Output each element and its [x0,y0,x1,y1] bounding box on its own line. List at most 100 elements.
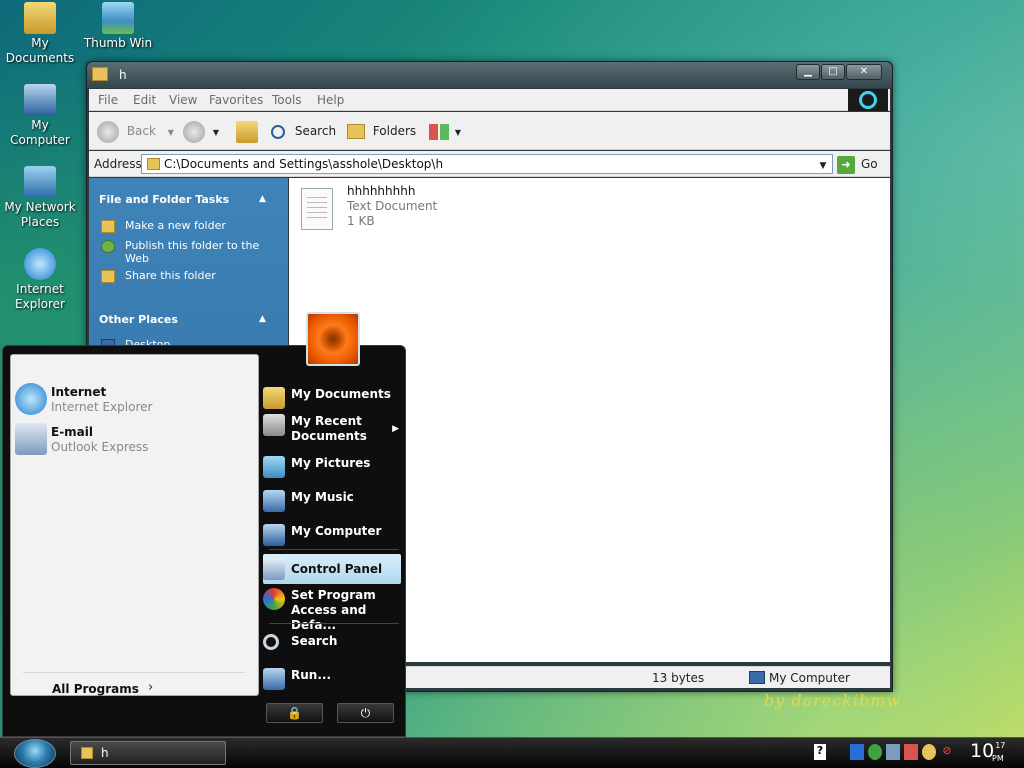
menu-bar: File Edit View Favorites Tools Help [89,89,890,111]
clock[interactable]: 1017 PM [970,740,1005,763]
folders-label: Folders [372,124,417,138]
menu-edit[interactable]: Edit [133,93,156,107]
pinned-internet[interactable]: Internet Internet Explorer [15,383,251,419]
help-tray-icon[interactable]: ? [814,744,826,760]
pinned-subtitle: Outlook Express [51,440,149,454]
address-bar: Address C:\Documents and Settings\asshol… [89,151,890,177]
task-label: Share this folder [125,269,216,282]
address-value: C:\Documents and Settings\asshole\Deskto… [164,157,444,171]
chevron-down-icon[interactable]: ▼ [816,157,830,171]
title-bar[interactable]: h ▁ □ ✕ [87,62,892,88]
start-my-computer[interactable]: My Computer [263,524,401,546]
user-picture-avatar[interactable] [306,312,360,366]
security-tray-icon[interactable] [904,744,918,760]
share-folder-icon [101,270,115,283]
start-control-panel[interactable]: Control Panel [263,554,401,584]
desktop-icon-label: Internet Explorer [15,282,65,311]
computer-icon [749,671,765,684]
program-defaults-icon [263,588,285,610]
tray-app-icon[interactable] [850,744,864,760]
folder-icon [347,124,365,139]
search-button[interactable]: Search [271,120,336,142]
menu-file[interactable]: File [98,93,118,107]
desktop-icon-my-documents[interactable]: My Documents [0,2,80,66]
collapse-icon[interactable]: ▲ [259,194,266,204]
start-run[interactable]: Run... [263,668,401,690]
go-label: Go [861,157,878,171]
menu-view[interactable]: View [169,93,197,107]
lock-button[interactable]: 🔒 [266,703,323,723]
start-my-music[interactable]: My Music [263,490,401,512]
menu-help[interactable]: Help [317,93,344,107]
recent-docs-icon [263,414,285,436]
status-size: 13 bytes [652,671,705,685]
messenger-tray-icon[interactable] [922,744,936,760]
up-folder-button[interactable] [236,120,258,143]
separator [269,623,399,624]
back-button[interactable]: Back ▼ [97,120,174,143]
forward-arrow-icon [183,120,205,143]
menu-favorites[interactable]: Favorites [209,93,263,107]
all-programs-button[interactable]: All Programs [52,682,139,696]
start-menu-pinned-pane: Internet Internet Explorer E-mail Outloo… [10,354,259,696]
desktop-icon-my-computer[interactable]: My Computer [0,84,80,148]
volume-muted-icon[interactable]: ⊘ [940,744,954,760]
power-icon: ⏻ [360,706,371,720]
item-label: Control Panel [291,562,383,576]
network-icon [24,166,56,198]
address-input[interactable]: C:\Documents and Settings\asshole\Deskto… [141,154,833,174]
up-folder-icon [236,120,258,143]
folder-icon [92,67,108,81]
minimize-button[interactable]: ▁ [796,64,820,80]
window-title: h [119,68,127,82]
file-size: 1 KB [347,214,375,228]
desktop-icon-internet-explorer[interactable]: Internet Explorer [0,248,80,312]
clock-ampm: PM [992,754,1004,763]
task-make-new-folder[interactable]: Make a new folder [101,219,281,233]
other-places-heading[interactable]: Other Places [99,313,178,326]
taskbar-window-button[interactable]: h [70,741,226,765]
menu-tools[interactable]: Tools [272,93,302,107]
computer-icon [24,84,56,116]
chevron-down-icon: ▼ [454,128,461,137]
chevron-down-icon: ▼ [167,128,174,137]
maximize-button[interactable]: □ [821,64,845,80]
search-icon [263,634,279,650]
folders-button[interactable]: Folders [347,120,416,142]
folder-docs-icon [24,2,56,34]
start-my-documents[interactable]: My Documents [263,387,401,409]
desktop-icon-label: My Network Places [4,200,76,229]
pinned-email[interactable]: E-mail Outlook Express [15,423,251,459]
file-folder-tasks-heading[interactable]: File and Folder Tasks [99,193,229,206]
go-button[interactable]: ➜ Go [837,154,887,174]
clock-hour: 10 [970,740,995,762]
folder-icon [147,158,160,170]
status-location-label: My Computer [769,671,850,685]
forward-button[interactable]: ▼ [183,120,219,143]
item-label: My Computer [291,524,382,538]
chevron-right-icon[interactable]: › [148,680,153,695]
chevron-right-icon: ▶ [392,424,399,434]
start-search[interactable]: Search [263,634,401,650]
task-publish-folder[interactable]: Publish this folder to the Web [101,239,281,265]
item-label: Run... [291,668,332,682]
ie-icon [24,248,56,280]
desktop-icon-thumb-win[interactable]: Thumb Win [78,2,158,51]
desktop-icon-network[interactable]: My Network Places [0,166,80,230]
network-tray-icon[interactable] [868,744,882,760]
collapse-icon[interactable]: ▲ [259,314,266,324]
task-label: Make a new folder [125,219,226,232]
views-button[interactable]: ▼ [429,120,461,142]
power-button[interactable]: ⏻ [337,703,394,723]
display-tray-icon[interactable] [886,744,900,760]
chevron-down-icon: ▼ [212,128,219,137]
watermark: by dareckibmw [764,691,902,710]
close-button[interactable]: ✕ [846,64,882,80]
start-orb-button[interactable] [14,739,56,768]
start-menu: Internet Internet Explorer E-mail Outloo… [2,345,406,737]
start-my-pictures[interactable]: My Pictures [263,456,401,478]
start-my-recent-documents[interactable]: My Recent Documents ▶ [263,414,401,444]
start-set-program-access[interactable]: Set Program Access and Defa... [263,588,401,633]
task-share-folder[interactable]: Share this folder [101,269,281,283]
task-label: Publish this folder to the Web [125,239,260,265]
